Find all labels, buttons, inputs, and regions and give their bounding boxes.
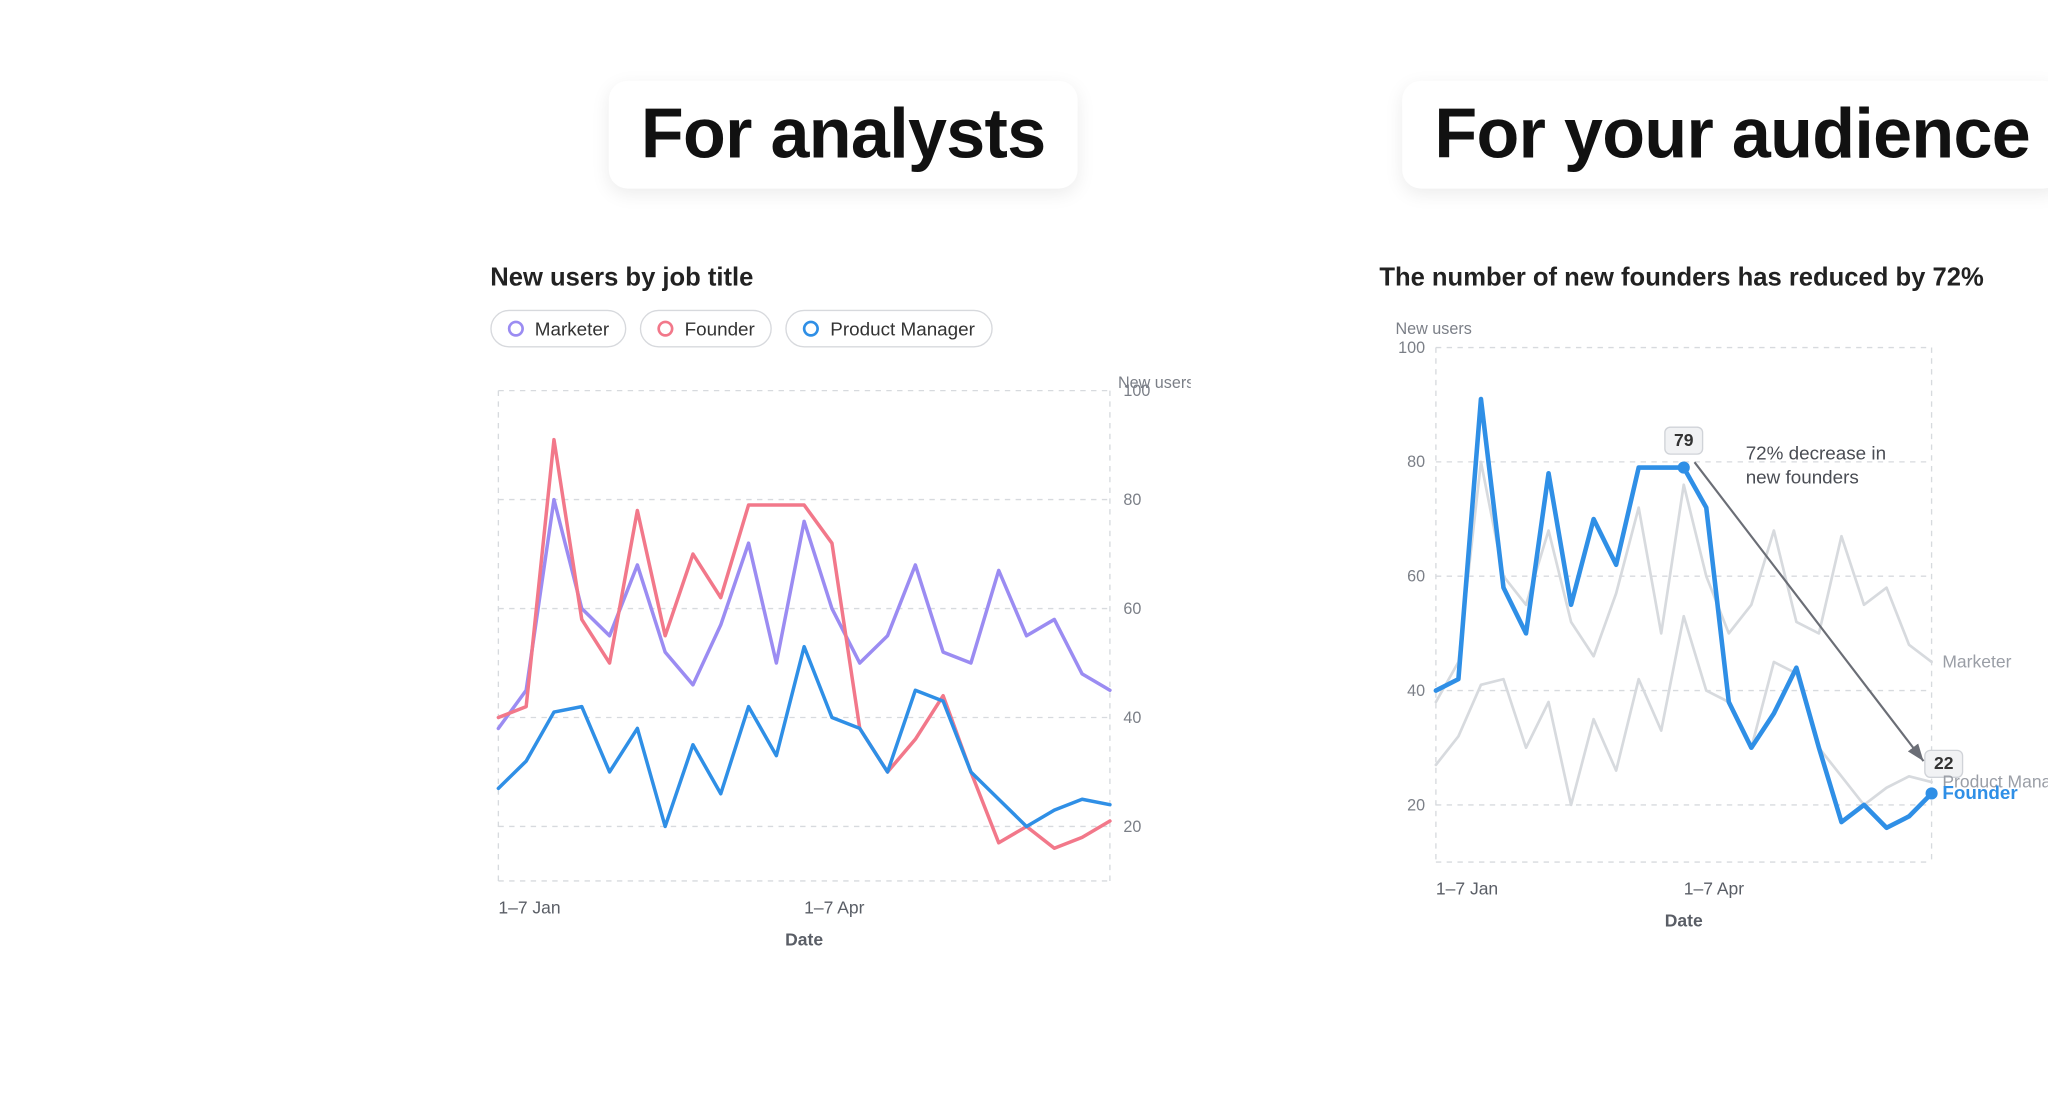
svg-text:1–7 Apr: 1–7 Apr <box>1684 878 1744 898</box>
analyst-card: New users by job title Marketer Founder … <box>466 237 1220 981</box>
svg-text:1–7 Jan: 1–7 Jan <box>498 897 560 917</box>
svg-text:20: 20 <box>1123 818 1141 836</box>
svg-text:40: 40 <box>1407 682 1425 700</box>
chart-title: The number of new founders has reduced b… <box>1379 264 2048 294</box>
svg-text:100: 100 <box>1123 382 1150 400</box>
svg-text:60: 60 <box>1123 600 1141 618</box>
ring-icon <box>508 321 524 337</box>
analyst-column: For analysts New users by job title Mark… <box>466 81 1220 981</box>
svg-text:Founder: Founder <box>1942 782 2018 803</box>
svg-text:80: 80 <box>1407 453 1425 471</box>
audience-column: For your audience The number of new foun… <box>1355 81 2048 981</box>
svg-text:100: 100 <box>1398 339 1425 357</box>
ring-icon <box>658 321 674 337</box>
legend: Marketer Founder Product Manager <box>490 310 1196 348</box>
svg-text:40: 40 <box>1123 709 1141 727</box>
svg-text:80: 80 <box>1123 491 1141 509</box>
legend-pill-founder[interactable]: Founder <box>640 310 772 348</box>
legend-label: Marketer <box>535 318 609 340</box>
svg-text:1–7 Apr: 1–7 Apr <box>804 897 864 917</box>
audience-card: The number of new founders has reduced b… <box>1355 237 2048 962</box>
svg-text:20: 20 <box>1407 796 1425 814</box>
legend-pill-marketer[interactable]: Marketer <box>490 310 626 348</box>
legend-label: Product Manager <box>830 318 975 340</box>
chart-title: New users by job title <box>490 264 1196 294</box>
svg-text:60: 60 <box>1407 568 1425 586</box>
svg-text:79: 79 <box>1674 430 1694 450</box>
svg-text:new founders: new founders <box>1746 467 1859 488</box>
heading-analysts: For analysts <box>609 81 1078 189</box>
heading-audience: For your audience <box>1402 81 2048 189</box>
audience-chart: New users 20 40 60 80 100 79 22 72% decrease in n… <box>1379 310 2048 943</box>
legend-label: Founder <box>685 318 755 340</box>
legend-pill-product-manager[interactable]: Product Manager <box>786 310 993 348</box>
svg-text:1–7 Jan: 1–7 Jan <box>1436 878 1498 898</box>
svg-text:Date: Date <box>785 930 823 950</box>
svg-text:New users: New users <box>1395 320 1471 338</box>
svg-text:22: 22 <box>1934 753 1954 773</box>
svg-text:Marketer: Marketer <box>1942 651 2011 671</box>
svg-text:72% decrease in: 72% decrease in <box>1746 443 1886 464</box>
ring-icon <box>803 321 819 337</box>
analyst-chart: New users204060801001–7 Jan1–7 AprDate <box>490 369 1190 962</box>
svg-text:Date: Date <box>1665 911 1703 931</box>
